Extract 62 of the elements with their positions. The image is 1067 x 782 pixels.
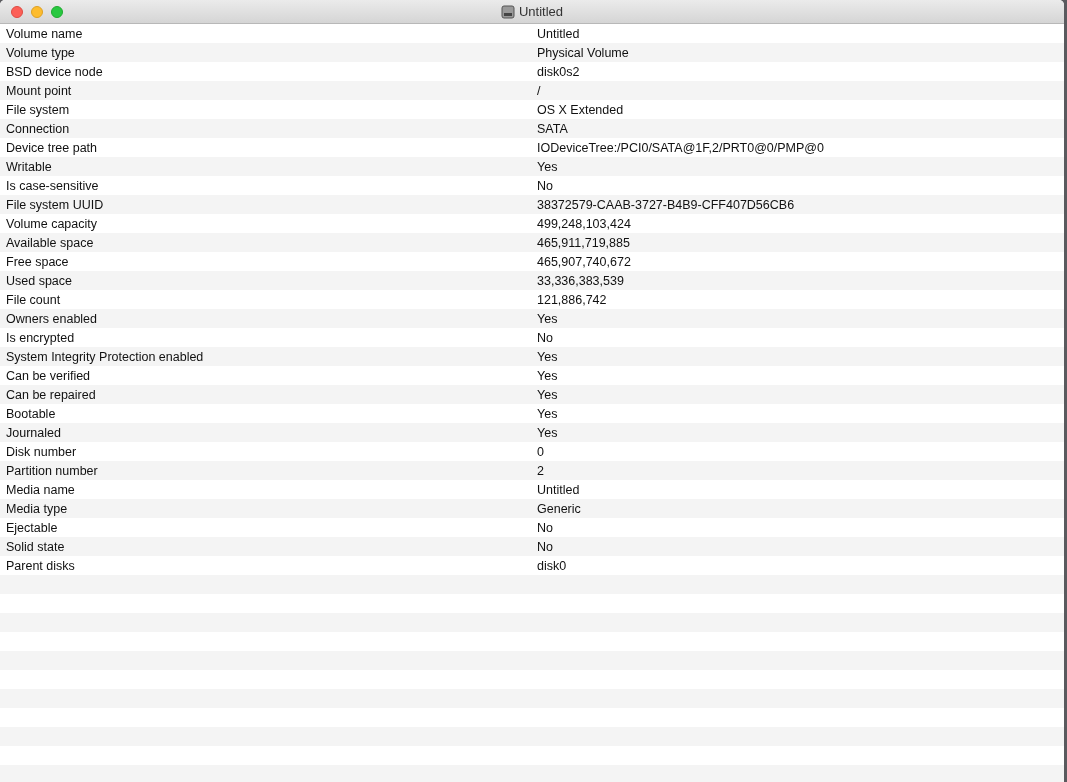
minimize-button[interactable] — [31, 6, 43, 18]
property-value: 2 — [537, 463, 544, 478]
property-value: Yes — [537, 311, 558, 326]
property-value: SATA — [537, 121, 568, 136]
property-label: System Integrity Protection enabled — [5, 349, 205, 364]
close-button[interactable] — [11, 6, 23, 18]
property-label: Connection — [5, 121, 71, 136]
property-value: Physical Volume — [537, 45, 629, 60]
property-label: Device tree path — [5, 140, 99, 155]
property-value: / — [537, 83, 541, 98]
property-label: Is case-sensitive — [5, 178, 100, 193]
property-label: BSD device node — [5, 64, 104, 79]
property-value: No — [537, 520, 553, 535]
property-label: Used space — [5, 273, 73, 288]
property-label: Free space — [5, 254, 70, 269]
property-value: IODeviceTree:/PCI0/SATA@1F,2/PRT0@0/PMP@0 — [537, 140, 824, 155]
property-value: disk0s2 — [537, 64, 580, 79]
property-value: 33,336,383,539 — [537, 273, 624, 288]
property-label: File count — [5, 292, 62, 307]
property-label: Parent disks — [5, 558, 76, 573]
property-label: Owners enabled — [5, 311, 99, 326]
property-value: No — [537, 330, 553, 345]
property-label: Available space — [5, 235, 95, 250]
property-label: Can be verified — [5, 368, 92, 383]
property-value: No — [537, 539, 553, 554]
property-value: Yes — [537, 425, 558, 440]
property-value: 499,248,103,424 — [537, 216, 631, 231]
property-value: OS X Extended — [537, 102, 624, 117]
window-title: Untitled — [518, 4, 564, 19]
property-value: Yes — [537, 349, 558, 364]
property-label: Can be repaired — [5, 387, 97, 402]
property-value: 0 — [537, 444, 544, 459]
property-label: Writable — [5, 159, 53, 174]
property-label: Mount point — [5, 83, 73, 98]
property-value: No — [537, 178, 553, 193]
property-label: Journaled — [5, 425, 62, 440]
property-value: disk0 — [537, 558, 567, 573]
property-value: Yes — [537, 387, 558, 402]
property-label: Ejectable — [5, 520, 59, 535]
property-value: Yes — [537, 159, 558, 174]
property-label: Volume name — [5, 26, 84, 41]
property-value: 38372579-CAAB-3727-B4B9-CFF407D56CB6 — [537, 197, 795, 212]
property-label: Volume capacity — [5, 216, 99, 231]
property-label: Media name — [5, 482, 76, 497]
property-label: Disk number — [5, 444, 78, 459]
property-label: Volume type — [5, 45, 76, 60]
property-label: Is encrypted — [5, 330, 76, 345]
property-label: Bootable — [5, 406, 57, 421]
zoom-button[interactable] — [51, 6, 63, 18]
property-label: Media type — [5, 501, 69, 516]
property-value: Yes — [537, 368, 558, 383]
property-value: 121,886,742 — [537, 292, 607, 307]
property-value: Untitled — [537, 26, 580, 41]
property-label: File system — [5, 102, 71, 117]
property-value: 465,907,740,672 — [537, 254, 631, 269]
property-label: Solid state — [5, 539, 66, 554]
property-value: 465,911,719,885 — [537, 235, 630, 250]
property-value: Yes — [537, 406, 558, 421]
property-label: File system UUID — [5, 197, 105, 212]
property-value: Untitled — [537, 482, 580, 497]
property-value: Generic — [537, 501, 581, 516]
property-label: Partition number — [5, 463, 99, 478]
